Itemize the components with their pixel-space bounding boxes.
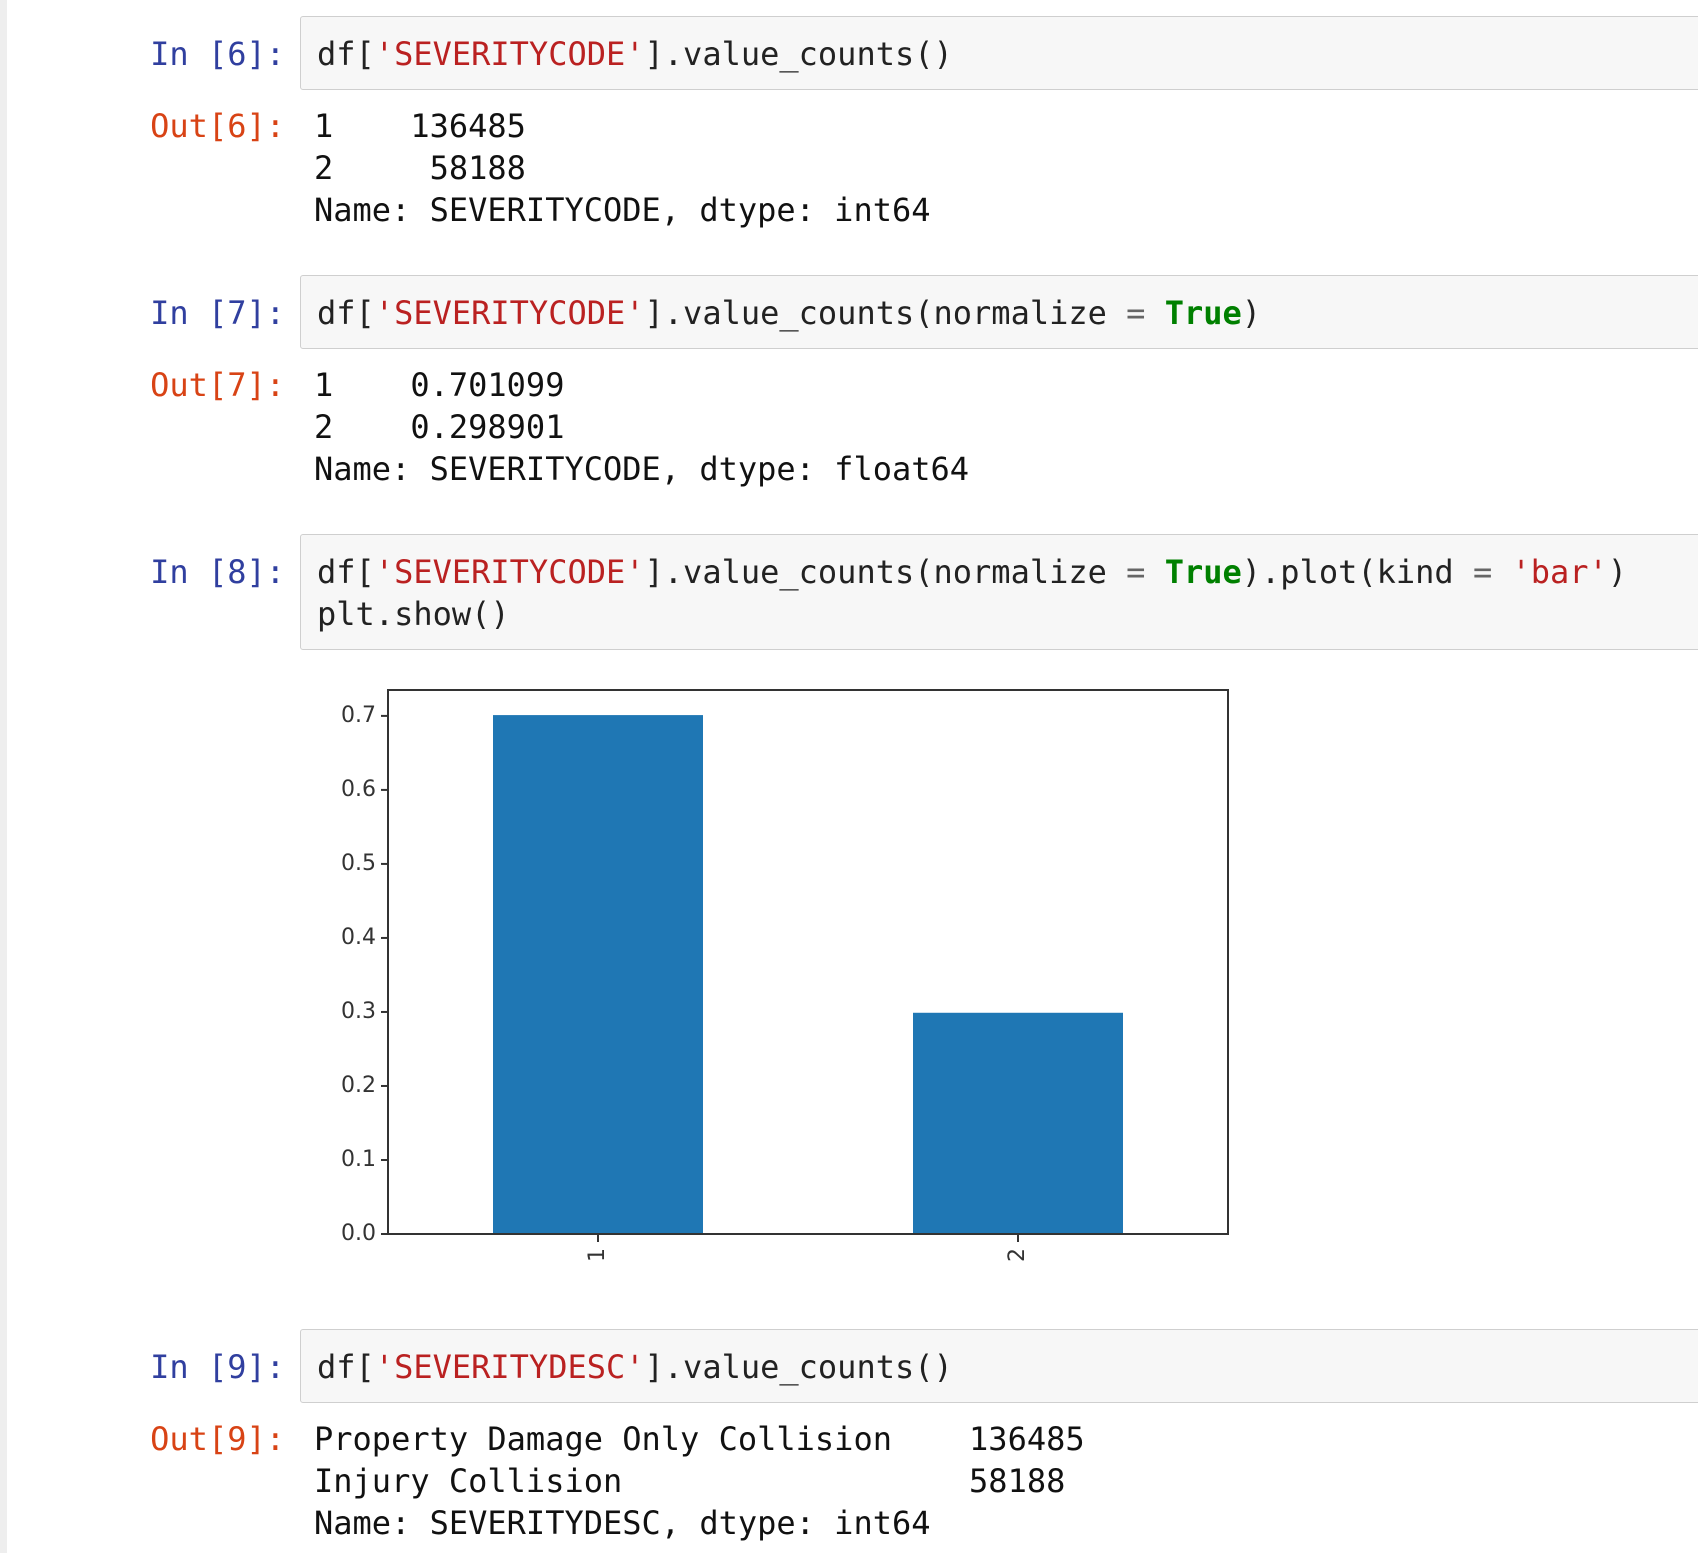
bar-1 <box>493 715 703 1234</box>
code-cell-7[interactable]: df['SEVERITYCODE'].value_counts(normaliz… <box>300 275 1698 349</box>
output-line: Name: SEVERITYCODE, dtype: float64 <box>314 450 970 488</box>
code-cell-6[interactable]: df['SEVERITYCODE'].value_counts() <box>300 16 1698 90</box>
output-line: 2 0.298901 <box>314 408 565 446</box>
in-prompt-6: In [6]: <box>150 35 285 73</box>
output-line: Property Damage Only Collision 136485 <box>314 1420 1085 1458</box>
code-cell-9[interactable]: df['SEVERITYDESC'].value_counts() <box>300 1329 1698 1403</box>
output-line: 2 58188 <box>314 149 526 187</box>
code-line: plt.show() <box>317 595 510 633</box>
y-tick-label: 0.5 <box>341 851 376 876</box>
y-tick-label: 0.1 <box>341 1147 376 1172</box>
y-tick-label: 0.2 <box>341 1073 376 1098</box>
output-line: 1 136485 <box>314 107 526 145</box>
y-tick-label: 0.7 <box>341 703 376 728</box>
out-prompt-6: Out[6]: <box>150 107 285 145</box>
code-line: df['SEVERITYDESC'].value_counts() <box>317 1348 953 1386</box>
in-prompt-9: In [9]: <box>150 1348 285 1386</box>
code-cell-8[interactable]: df['SEVERITYCODE'].value_counts(normaliz… <box>300 534 1698 650</box>
output-line: Injury Collision 58188 <box>314 1462 1066 1500</box>
output-line: 1 0.701099 <box>314 366 565 404</box>
code-line: df['SEVERITYCODE'].value_counts() <box>317 35 953 73</box>
code-line: df['SEVERITYCODE'].value_counts(normaliz… <box>317 553 1628 591</box>
code-line: df['SEVERITYCODE'].value_counts(normaliz… <box>317 294 1262 332</box>
x-tick-label: 2 <box>1005 1248 1030 1262</box>
bar-chart: 1 2 0.0 0.1 0.2 0.3 0.4 0.5 0.6 0.7 <box>341 689 1229 1262</box>
output-line: Name: SEVERITYCODE, dtype: int64 <box>314 191 931 229</box>
out-prompt-7: Out[7]: <box>150 366 285 404</box>
x-tick-label: 1 <box>585 1248 610 1262</box>
output-line: Name: SEVERITYDESC, dtype: int64 <box>314 1504 931 1542</box>
y-tick-label: 0.4 <box>341 925 376 950</box>
bar-2 <box>913 1012 1123 1234</box>
out-prompt-9: Out[9]: <box>150 1420 285 1458</box>
y-tick-label: 0.3 <box>341 999 376 1024</box>
y-tick-label: 0.6 <box>341 777 376 802</box>
notebook-left-border <box>0 0 7 1553</box>
in-prompt-7: In [7]: <box>150 294 285 332</box>
y-tick-label: 0.0 <box>341 1221 376 1246</box>
in-prompt-8: In [8]: <box>150 553 285 591</box>
